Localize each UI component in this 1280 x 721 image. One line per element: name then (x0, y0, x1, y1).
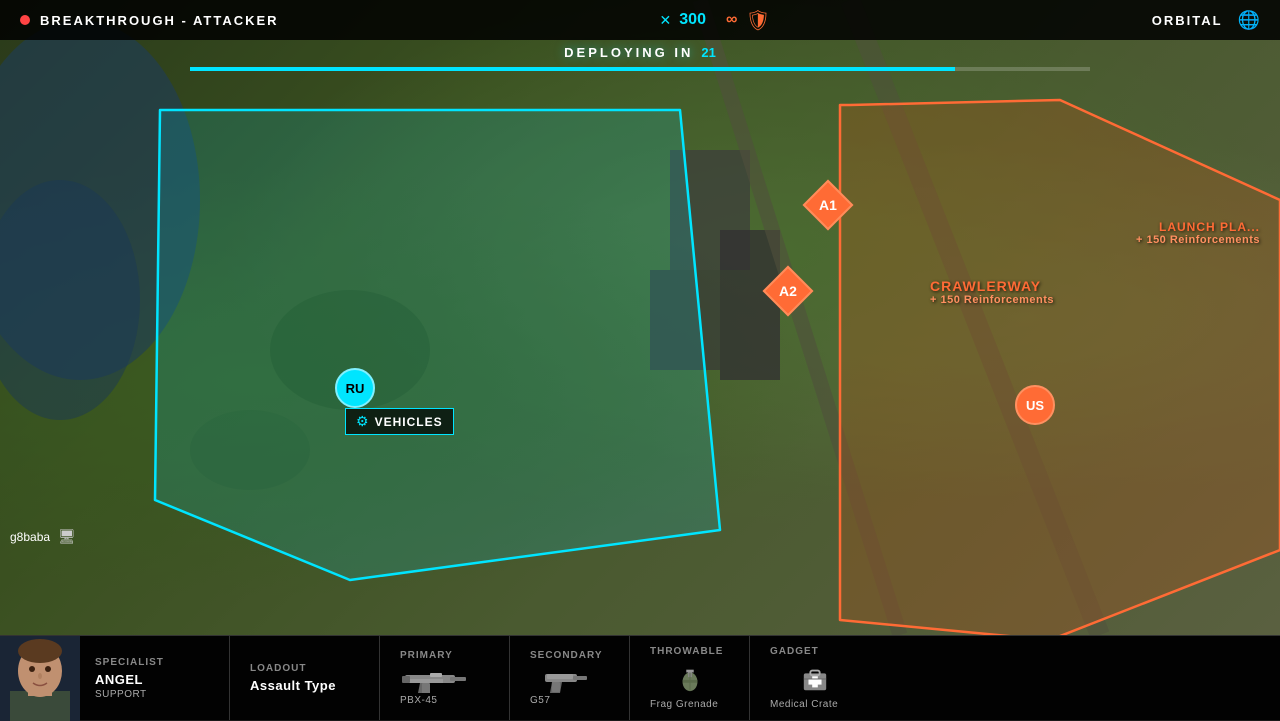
gadget-icon-container (770, 665, 860, 693)
crawlerway-label: CRAWLERWAY + 150 Reinforcements (930, 278, 1054, 306)
gadget-section: Gadget Medical Crate (750, 636, 880, 720)
specialist-title: Specialist (95, 657, 214, 668)
specialist-section: Specialist ANGEL SUPPORT (80, 636, 230, 720)
throwable-section: Throwable Frag Grenade (630, 636, 750, 720)
loadout-section: Loadout Assault Type (230, 636, 380, 720)
ru-score: 300 (679, 11, 706, 29)
a2-diamond: A2 (763, 266, 814, 317)
objective-a1: A1 (810, 187, 846, 223)
deploy-bar: DEPLOYING IN 21 (0, 40, 1280, 71)
hud-right: ORBITAL 🌐 (1152, 10, 1260, 31)
specialist-name: ANGEL (95, 672, 214, 687)
us-spawn-circle: US (1015, 385, 1055, 425)
monitor-icon: 🖥 (58, 528, 76, 545)
primary-section: Primary PBX-45 (380, 636, 510, 720)
a1-diamond: A1 (803, 180, 854, 231)
us-spawn-marker: US (1015, 385, 1055, 425)
game-mode-label: BREAKTHROUGH - ATTACKER (40, 13, 279, 28)
gadget-title: Gadget (770, 646, 860, 657)
ru-spawn-label: RU (346, 381, 365, 396)
gadget-value: Medical Crate (770, 699, 860, 710)
secondary-weapon-icon (530, 665, 600, 693)
portrait-svg (0, 636, 80, 721)
specialist-portrait (0, 636, 80, 721)
loadout-value: Assault Type (250, 678, 359, 693)
map-area[interactable]: RU ⚙ VEHICLES A1 A2 US CRAWLERWAY + 150 … (0, 0, 1280, 635)
grenade-icon (678, 665, 702, 693)
us-team-score: ∞ 🛡 (726, 8, 771, 33)
hud-left: BREAKTHROUGH - ATTACKER (20, 13, 279, 28)
primary-weapon-icon (400, 665, 470, 693)
primary-title: Primary (400, 650, 489, 661)
specialist-role: SUPPORT (95, 689, 214, 700)
gear-icon: ⚙ (356, 413, 369, 430)
map-terrain (0, 0, 1280, 635)
username-area: g8baba 🖥 (10, 528, 76, 545)
ru-spawn-marker: RU (335, 368, 375, 408)
launch-sublabel: + 150 Reinforcements (1136, 234, 1260, 246)
deploy-progress-fill (190, 67, 955, 71)
secondary-title: Secondary (530, 650, 609, 661)
ru-spawn-circle: RU (335, 368, 375, 408)
loadout-title: Loadout (250, 663, 359, 674)
objective-a2: A2 (770, 273, 806, 309)
deploy-label: DEPLOYING IN (564, 40, 693, 65)
ru-team-score: ✕ 300 (660, 11, 706, 29)
hud-center: ✕ 300 ∞ 🛡 (660, 8, 771, 33)
a1-label: A1 (819, 197, 837, 213)
bottom-hud: Specialist ANGEL SUPPORT Loadout Assault… (0, 635, 1280, 720)
launch-text: LAUNCH PLA... (1136, 220, 1260, 234)
deploy-progress-bg (190, 67, 1090, 71)
secondary-section: Secondary G57 (510, 636, 630, 720)
globe-icon: 🌐 (1238, 10, 1260, 31)
vehicles-marker: ⚙ VEHICLES (345, 408, 454, 435)
status-dot (20, 15, 30, 25)
secondary-value: G57 (530, 695, 609, 706)
throwable-icon-container (650, 665, 729, 693)
vehicles-label-box: ⚙ VEHICLES (345, 408, 454, 435)
throwable-title: Throwable (650, 646, 729, 657)
deploy-timer: 21 (701, 45, 715, 60)
throwable-value: Frag Grenade (650, 699, 729, 710)
a2-label: A2 (779, 283, 797, 299)
primary-value: PBX-45 (400, 695, 489, 706)
crawlerway-text: CRAWLERWAY (930, 278, 1054, 294)
ru-icon: ✕ (660, 12, 672, 29)
launch-platform-label: LAUNCH PLA... + 150 Reinforcements (1136, 220, 1260, 246)
medical-crate-icon (801, 665, 829, 693)
us-spawn-label: US (1026, 398, 1044, 413)
crawlerway-sublabel: + 150 Reinforcements (930, 294, 1054, 306)
vehicles-text: VEHICLES (375, 415, 443, 429)
username-text: g8baba (10, 530, 50, 544)
shield-icon: 🛡 (745, 8, 770, 33)
orbital-label: ORBITAL (1152, 13, 1223, 28)
top-hud: BREAKTHROUGH - ATTACKER ✕ 300 ∞ 🛡 ORBITA… (0, 0, 1280, 40)
us-score: ∞ (726, 11, 737, 29)
